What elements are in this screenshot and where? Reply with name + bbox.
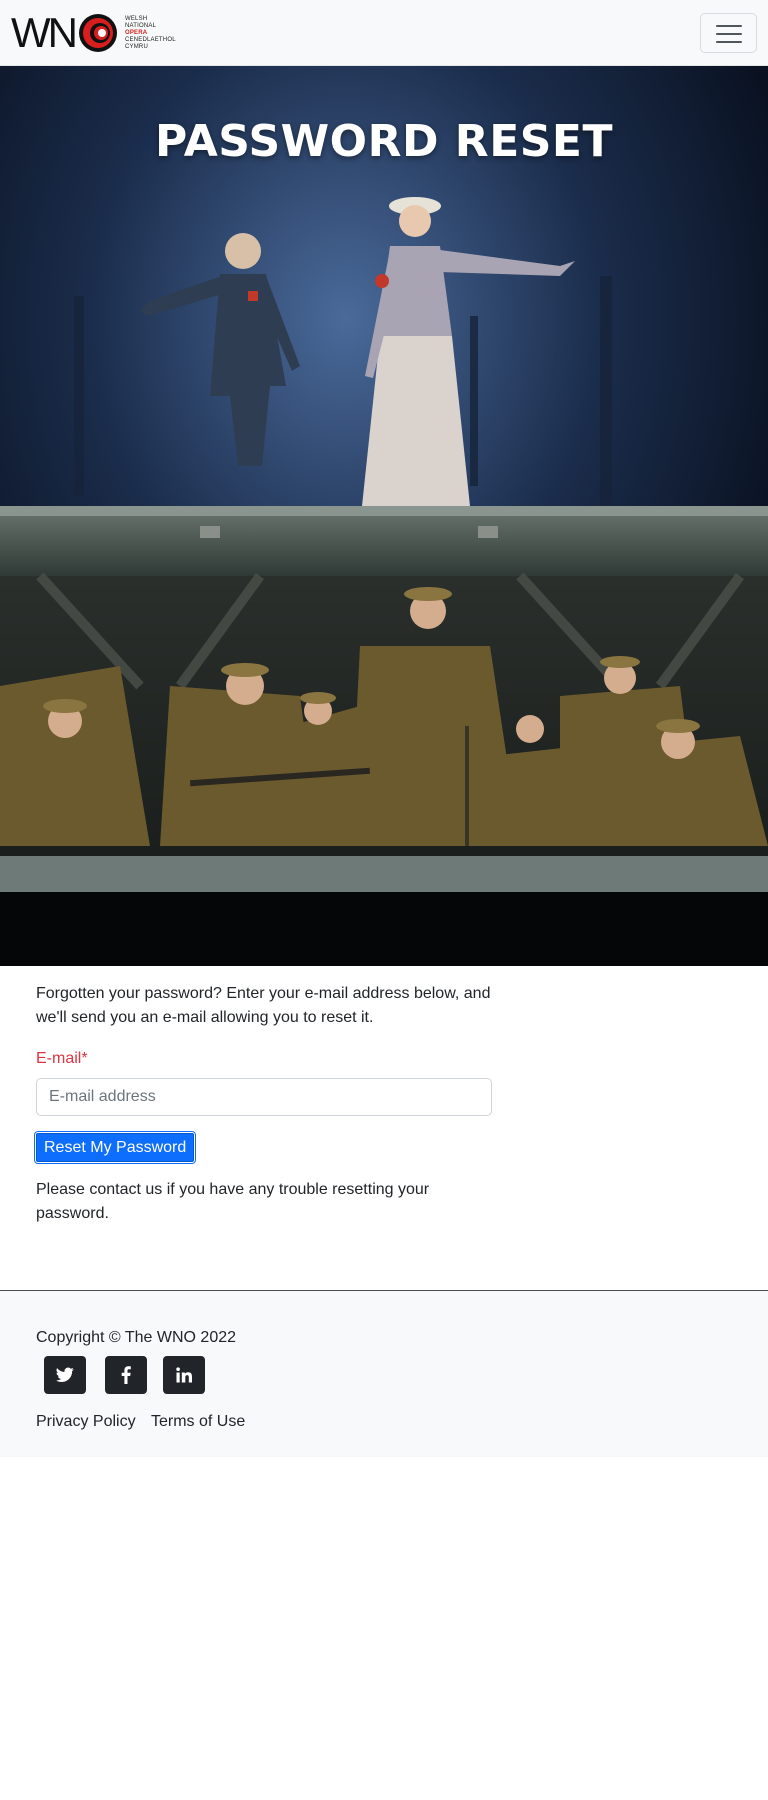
contact-note: Please contact us if you have any troubl… <box>36 1181 430 1222</box>
wno-logo[interactable]: WN WELSH NATIONAL OPERA CENEDLAETHOL CYM… <box>11 12 176 54</box>
facebook-button[interactable] <box>105 1356 147 1394</box>
reset-password-button[interactable]: Reset My Password <box>36 1133 195 1162</box>
menu-toggle-button[interactable] <box>700 13 757 53</box>
hamburger-icon <box>716 25 742 27</box>
hamburger-icon <box>716 41 742 43</box>
navbar: WN WELSH NATIONAL OPERA CENEDLAETHOL CYM… <box>0 0 768 66</box>
intro-text: Forgotten your password? Enter your e-ma… <box>36 985 491 1026</box>
logo-o-icon <box>77 12 119 54</box>
logo-line: CENEDLAETHOL <box>124 36 176 43</box>
logo-line: NATIONAL <box>124 22 157 29</box>
twitter-button[interactable] <box>44 1356 86 1394</box>
hero-banner: PASSWORD RESET <box>0 66 768 966</box>
page-title: PASSWORD RESET <box>154 116 614 167</box>
facebook-icon <box>121 1366 131 1384</box>
hero-stage-photo <box>0 66 768 966</box>
hamburger-icon <box>716 33 742 35</box>
twitter-icon <box>56 1367 74 1383</box>
logo-line: WELSH <box>124 15 148 22</box>
terms-of-use-link[interactable]: Terms of Use <box>151 1411 245 1433</box>
copyright-text: Copyright © The WNO 2022 <box>36 1329 237 1346</box>
privacy-policy-link[interactable]: Privacy Policy <box>36 1411 136 1433</box>
logo-line: OPERA <box>124 29 148 36</box>
email-label: E-mail* <box>36 1047 88 1071</box>
logo-text: WELSH NATIONAL OPERA CENEDLAETHOL CYMRU <box>125 16 176 51</box>
logo-wordmark: WN <box>11 9 78 56</box>
email-label-text: E-mail <box>36 1050 82 1067</box>
email-input[interactable] <box>36 1078 492 1116</box>
linkedin-icon <box>176 1367 192 1383</box>
linkedin-button[interactable] <box>163 1356 205 1394</box>
logo-line: CYMRU <box>124 43 148 50</box>
footer: Copyright © The WNO 2022 Privacy Policy … <box>0 1290 768 1457</box>
required-marker: * <box>81 1050 88 1067</box>
